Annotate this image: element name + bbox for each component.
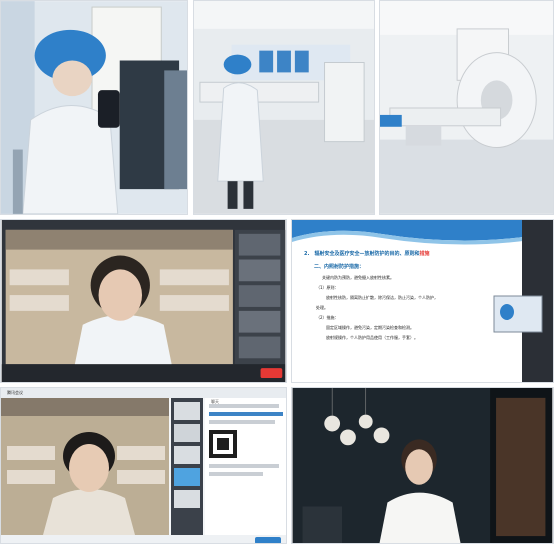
photo-online-meeting-presenter	[0, 219, 287, 383]
modern-room-illustration	[292, 388, 553, 543]
slide-principles-text-2: 处理。	[316, 305, 328, 310]
photo-staff-with-phone	[0, 0, 188, 215]
slide-measures-text-2: 放射规操作，个人防护用品使用（工作服，手套）。	[326, 335, 418, 340]
slide-title: 2. 辐射安全及医疗安全—放射防护的目的、原则和措施	[304, 240, 514, 259]
photo-ct-scanner	[379, 0, 554, 215]
slide-intro: 关键内防为预防，避免摄入放射性核素。	[322, 275, 394, 280]
ct-scanner-illustration	[380, 1, 553, 214]
photo-collage: 2. 辐射安全及医疗安全—放射防护的目的、原则和措施 二、内照射防护措施： 关键…	[0, 0, 554, 544]
meeting-participant-illustration	[1, 398, 286, 543]
meeting-presenter-illustration	[1, 220, 286, 382]
meeting-window-title: 腾讯会议	[7, 390, 23, 395]
slide-title-highlight: 措施	[419, 251, 430, 257]
slide-radiation-protection: 2. 辐射安全及医疗安全—放射防护的目的、原则和措施 二、内照射防护措施： 关键…	[291, 219, 554, 383]
slide-subheading: 二、内照射防护措施：	[314, 264, 365, 270]
photo-presenter-modern-room	[291, 387, 554, 544]
slide-title-main: 辐射安全及医疗安全—放射防护的目的、原则和	[314, 251, 420, 257]
meeting-window-titlebar: 腾讯会议	[1, 388, 286, 398]
photo-staff-in-scanner-room	[193, 0, 375, 215]
slide-measures-text-1: 固定区域操作，避免污染，定期污染检查和检测。	[326, 325, 414, 330]
slide-principles-heading: （1）原则：	[316, 285, 339, 290]
slide-title-number: 2.	[304, 251, 310, 257]
scanner-room-illustration	[194, 1, 374, 214]
staff-phone-illustration	[1, 1, 187, 214]
slide-principles-text: 放射性核防，隔离防止扩散，除污保洁，防止污染，个人防护，	[326, 295, 438, 300]
slide-measures-heading: （2）措施：	[316, 315, 339, 320]
photo-online-meeting-participant: 腾讯会议 聊天	[0, 387, 287, 544]
meeting-chat-header: 聊天	[211, 399, 219, 404]
